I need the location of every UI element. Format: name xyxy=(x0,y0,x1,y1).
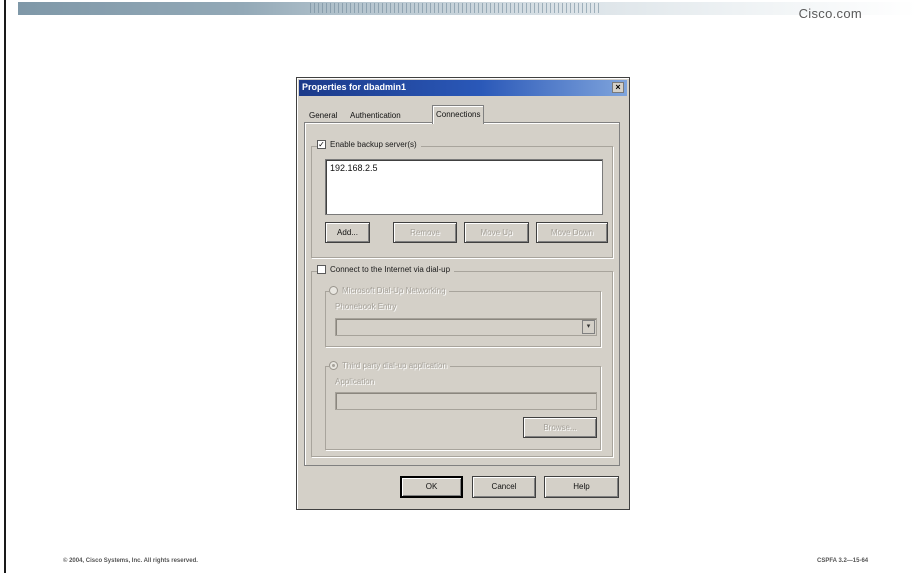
dialog-title: Properties for dbadmin1 xyxy=(302,82,407,92)
browse-button[interactable]: Browse... xyxy=(523,417,597,438)
enable-backup-checkbox[interactable]: ✓ xyxy=(317,140,326,149)
connect-dialup-label: Connect to the Internet via dial-up xyxy=(330,265,451,274)
cancel-button[interactable]: Cancel xyxy=(472,476,536,498)
slide-left-border xyxy=(4,0,6,573)
backup-server-list[interactable]: 192.168.2.5 xyxy=(325,159,603,215)
radio-dun-row[interactable]: Microsoft Dial-Up Networking xyxy=(329,286,449,295)
course-code: CSPFA 3.2—15-64 xyxy=(817,558,869,564)
radio-dun[interactable] xyxy=(329,286,338,295)
radio-third-party[interactable] xyxy=(329,361,338,370)
brand-logo-text: Cisco.com xyxy=(798,6,862,21)
close-icon[interactable]: × xyxy=(612,82,624,93)
properties-dialog: Properties for dbadmin1 × General Authen… xyxy=(296,77,630,510)
tab-authentication[interactable]: Authentication xyxy=(347,109,404,123)
application-label: Application xyxy=(335,377,375,386)
radio-third-party-label: Third party dial-up application xyxy=(342,361,447,370)
enable-backup-label: Enable backup server(s) xyxy=(330,140,417,149)
move-up-button[interactable]: Move Up xyxy=(464,222,529,243)
header-band xyxy=(18,2,917,15)
application-field[interactable] xyxy=(335,392,597,410)
radio-third-party-row[interactable]: Third party dial-up application xyxy=(329,361,450,370)
tab-general[interactable]: General xyxy=(306,109,340,123)
ok-button[interactable]: OK xyxy=(400,476,463,498)
help-button[interactable]: Help xyxy=(544,476,619,498)
radio-dun-label: Microsoft Dial-Up Networking xyxy=(342,286,446,295)
phonebook-combo[interactable]: ▾ xyxy=(335,318,597,336)
copyright-text: © 2004, Cisco Systems, Inc. All rights r… xyxy=(63,558,198,564)
header-tick-pattern xyxy=(310,3,600,13)
connect-dialup-row[interactable]: Connect to the Internet via dial-up xyxy=(317,265,455,274)
move-down-button[interactable]: Move Down xyxy=(536,222,608,243)
connect-dialup-checkbox[interactable] xyxy=(317,265,326,274)
list-item[interactable]: 192.168.2.5 xyxy=(330,163,378,173)
chevron-down-icon[interactable]: ▾ xyxy=(582,320,595,334)
tab-connections[interactable]: Connections xyxy=(432,105,485,124)
add-button[interactable]: Add... xyxy=(325,222,370,243)
dialog-titlebar[interactable]: Properties for dbadmin1 × xyxy=(299,80,627,96)
phonebook-label: Phonebook Entry xyxy=(335,302,397,311)
remove-button[interactable]: Remove xyxy=(393,222,457,243)
enable-backup-row[interactable]: ✓ Enable backup server(s) xyxy=(317,140,421,149)
